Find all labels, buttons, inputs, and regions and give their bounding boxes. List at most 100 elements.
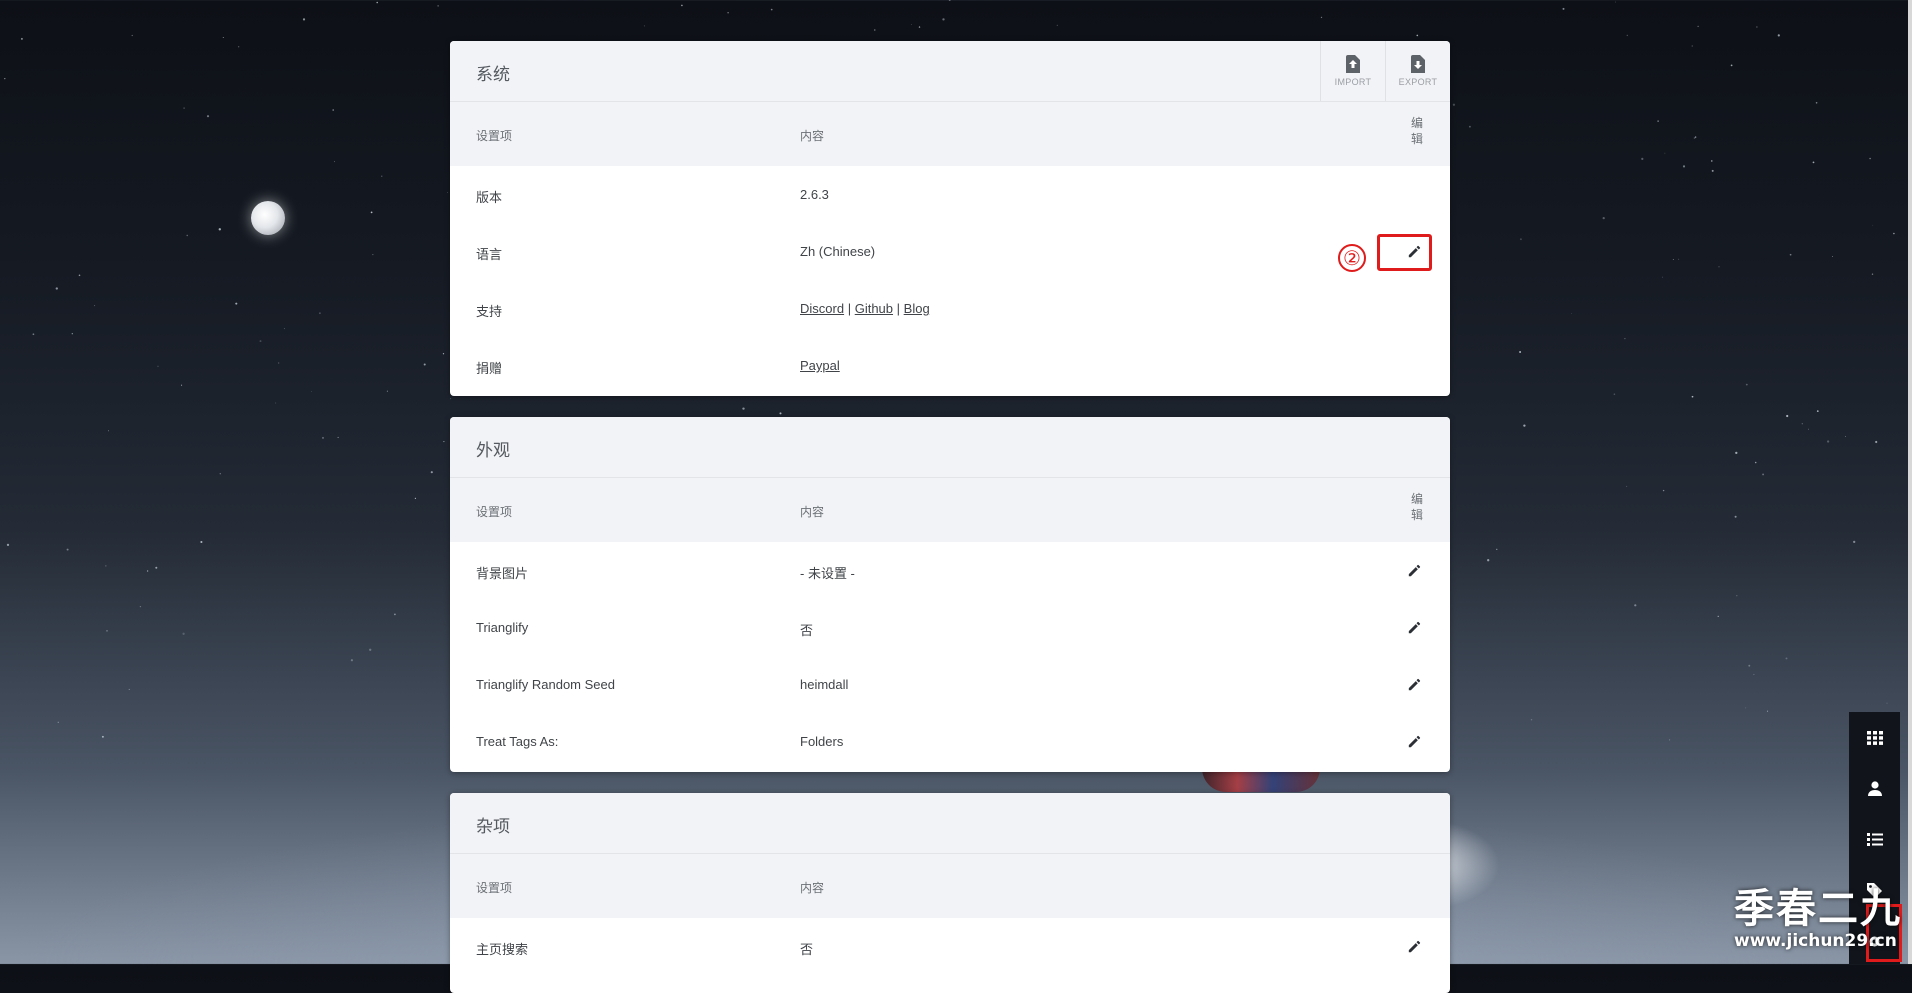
star	[1753, 673, 1755, 676]
star	[108, 430, 109, 432]
star	[1691, 395, 1694, 398]
star	[350, 659, 353, 662]
column-edit: 编辑	[1410, 116, 1423, 146]
star	[1697, 25, 1699, 28]
star	[71, 333, 73, 335]
star	[1734, 515, 1737, 518]
import-button[interactable]: IMPORT	[1320, 41, 1385, 101]
setting-key: 主页搜索	[476, 942, 529, 957]
moon-image	[251, 201, 285, 235]
star	[386, 390, 388, 392]
star	[1570, 313, 1572, 314]
column-key: 设置项	[476, 129, 513, 143]
star	[1875, 440, 1878, 444]
star	[310, 391, 312, 393]
section-appearance: 外观 设置项 内容 编辑 背景图片 - 未设置 - Trianglify 否 T…	[450, 417, 1450, 772]
star	[275, 402, 277, 404]
setting-value: 2.6.3	[800, 187, 829, 202]
edit-button[interactable]	[1406, 938, 1422, 954]
export-button[interactable]: EXPORT	[1385, 41, 1450, 101]
star	[1682, 165, 1686, 168]
star	[222, 36, 224, 39]
column-value: 内容	[800, 881, 825, 895]
star	[1808, 428, 1809, 430]
star	[238, 46, 240, 48]
star	[1664, 152, 1666, 154]
star	[370, 211, 373, 214]
star	[430, 471, 433, 474]
github-link[interactable]: Github	[855, 301, 893, 316]
star	[1717, 615, 1719, 617]
star	[1678, 258, 1680, 260]
link-separator: |	[847, 301, 852, 316]
setting-key: 捐赠	[476, 361, 503, 376]
setting-value: Discord | Github | Blog	[800, 301, 930, 316]
star	[1657, 120, 1659, 122]
export-label: EXPORT	[1398, 77, 1438, 87]
star	[1694, 136, 1697, 138]
star	[1641, 157, 1644, 161]
discord-link[interactable]: Discord	[800, 301, 844, 316]
star	[1615, 1, 1617, 3]
scrollbar[interactable]	[1908, 0, 1912, 964]
star	[443, 441, 445, 443]
edit-button[interactable]	[1406, 733, 1422, 749]
column-value: 内容	[800, 129, 825, 143]
star	[1718, 266, 1720, 268]
star	[1748, 664, 1751, 667]
star	[337, 436, 339, 438]
star	[681, 4, 683, 7]
pencil-icon	[1408, 621, 1420, 633]
section-header: 杂项	[450, 793, 1450, 854]
link-separator: |	[896, 301, 901, 316]
section-title: 外观	[476, 441, 510, 460]
star	[318, 312, 321, 315]
column-edit: 编辑	[1410, 492, 1423, 522]
star	[1662, 489, 1665, 492]
table-header: 设置项 内容 编辑	[450, 478, 1450, 542]
star	[157, 365, 159, 367]
star	[1766, 710, 1769, 712]
star	[727, 12, 729, 14]
edit-button[interactable]	[1406, 676, 1422, 692]
star	[1523, 424, 1526, 427]
watermark-url: www.jichun29.cn	[1734, 931, 1897, 951]
star	[106, 630, 108, 632]
side-menu-apps[interactable]	[1849, 712, 1900, 763]
star	[1669, 739, 1671, 741]
star	[146, 570, 149, 572]
star	[1624, 337, 1626, 340]
star	[910, 23, 912, 26]
star	[1762, 473, 1765, 476]
star	[1777, 34, 1780, 37]
side-menu-users[interactable]	[1849, 763, 1900, 814]
table-row: 捐赠 Paypal	[450, 337, 1450, 394]
star	[1602, 216, 1605, 220]
star	[1711, 160, 1713, 162]
star	[1826, 440, 1830, 443]
star	[20, 37, 23, 40]
star	[94, 305, 96, 307]
star	[128, 688, 130, 690]
star	[948, 0, 951, 1]
paypal-link[interactable]: Paypal	[800, 358, 840, 373]
star	[770, 8, 773, 11]
table-row: Trianglify Random Seed heimdall	[450, 656, 1450, 713]
star	[1626, 34, 1629, 37]
import-icon	[1346, 55, 1360, 73]
star	[55, 287, 58, 290]
edit-button[interactable]	[1406, 619, 1422, 635]
side-menu-items[interactable]	[1849, 814, 1900, 865]
star	[78, 274, 81, 277]
star	[1634, 604, 1637, 607]
edit-button[interactable]	[1406, 562, 1422, 578]
setting-key: 语言	[476, 247, 503, 262]
annotation-number: ②	[1338, 244, 1366, 272]
star	[442, 353, 445, 355]
star	[942, 18, 945, 21]
blog-link[interactable]: Blog	[904, 301, 930, 316]
star	[186, 234, 188, 237]
star	[1845, 436, 1847, 438]
table-row: 版本 2.6.3	[450, 166, 1450, 223]
star	[369, 648, 372, 651]
